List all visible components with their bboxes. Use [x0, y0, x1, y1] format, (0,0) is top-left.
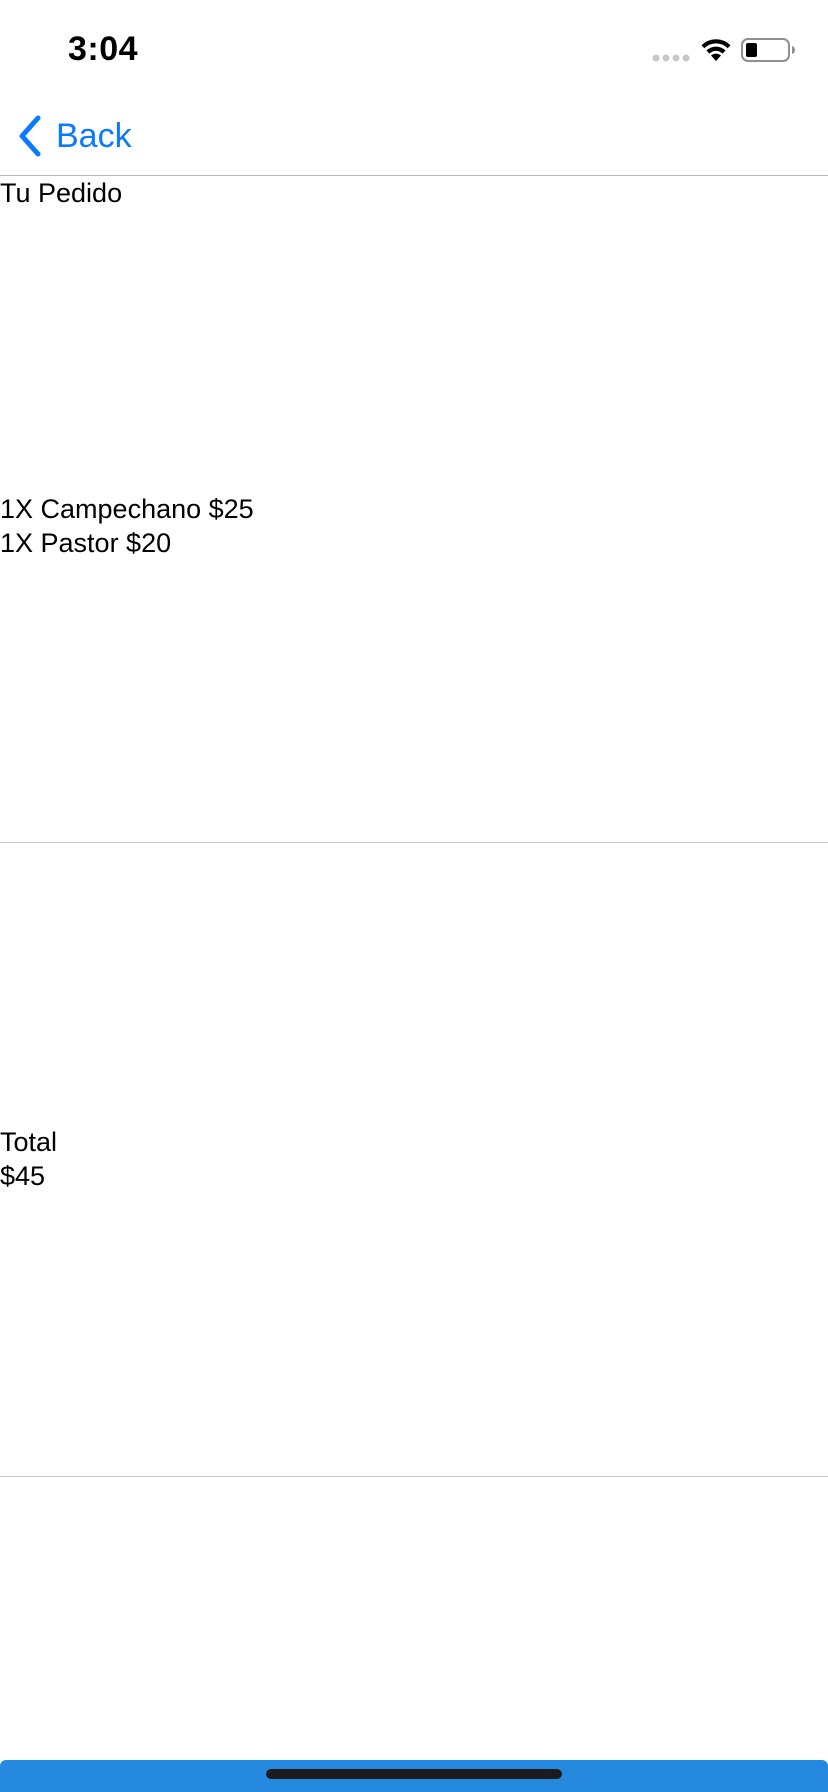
- order-item: 1X Pastor $20: [0, 528, 172, 558]
- status-bar: 3:04: [0, 0, 828, 100]
- order-items-list: 1X Campechano $25 1X Pastor $20: [0, 492, 254, 560]
- total-label: Total: [0, 1127, 58, 1157]
- battery-icon: [741, 38, 795, 62]
- total-value: $45: [0, 1161, 46, 1191]
- order-section: Tu Pedido 1X Campechano $25 1X Pastor $2…: [0, 176, 828, 843]
- order-item: 1X Campechano $25: [0, 494, 254, 524]
- status-time: 3:04: [68, 30, 139, 68]
- bottom-action-bar[interactable]: [0, 1760, 828, 1792]
- signal-icon: [652, 54, 690, 62]
- page-title: Tu Pedido: [0, 178, 123, 208]
- back-button[interactable]: Back: [16, 110, 132, 162]
- back-label: Back: [56, 116, 132, 155]
- total-block: Total $45: [0, 1125, 57, 1193]
- navigation-bar: Back: [0, 100, 828, 176]
- wifi-icon: [701, 39, 731, 61]
- total-section: Total $45: [0, 843, 828, 1477]
- home-indicator[interactable]: [266, 1769, 562, 1779]
- chevron-left-icon: [19, 115, 41, 157]
